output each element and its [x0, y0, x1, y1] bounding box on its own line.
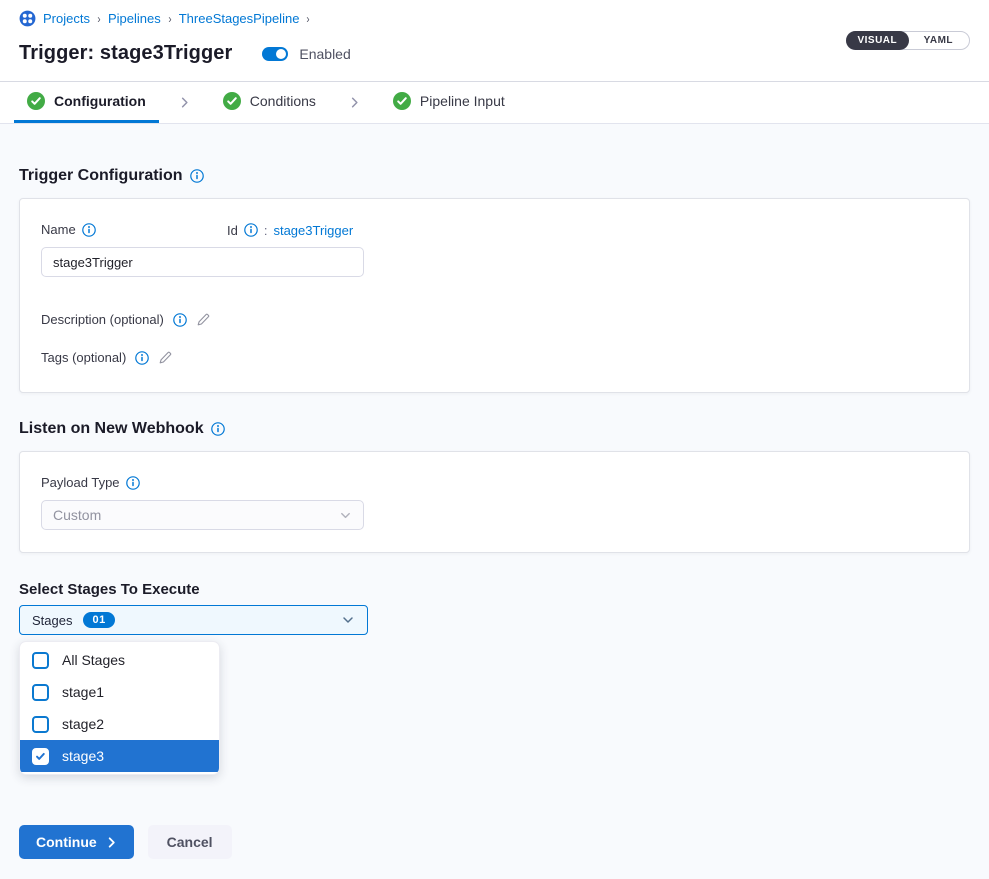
stage-option-stage1[interactable]: stage1 [20, 676, 219, 708]
breadcrumb: Projects › Pipelines › ThreeStagesPipeli… [19, 10, 970, 27]
tab-pipeline-input[interactable]: Pipeline Input [380, 82, 518, 123]
enabled-label: Enabled [299, 46, 350, 62]
breadcrumb-separator-icon: › [97, 12, 100, 26]
continue-label: Continue [36, 834, 97, 850]
wizard-footer: Continue Cancel [19, 825, 970, 859]
edit-pencil-icon[interactable] [196, 312, 211, 327]
id-value: stage3Trigger [273, 223, 353, 238]
stage-option-stage2[interactable]: stage2 [20, 708, 219, 740]
page-header: Projects › Pipelines › ThreeStagesPipeli… [0, 0, 989, 82]
tags-field: Tags (optional) [41, 350, 948, 365]
trigger-name-input[interactable] [41, 247, 364, 277]
info-icon[interactable] [190, 169, 204, 183]
option-label: stage3 [62, 748, 104, 764]
option-label: stage1 [62, 684, 104, 700]
info-icon[interactable] [211, 422, 225, 436]
payload-type-select[interactable]: Custom [41, 500, 364, 530]
trigger-configuration-card: Name Id : stage3Trigger Description (opt… [19, 198, 970, 393]
stage-option-stage3[interactable]: stage3 [20, 740, 219, 772]
payload-type-label: Payload Type [41, 475, 140, 490]
select-stages-heading: Select Stages To Execute [19, 581, 970, 598]
harness-logo-icon [19, 10, 36, 27]
id-colon: : [264, 223, 268, 238]
chevron-down-icon [341, 613, 355, 627]
enabled-toggle[interactable] [262, 47, 288, 61]
visual-toggle-button[interactable]: VISUAL [846, 31, 909, 50]
chevron-right-icon [106, 837, 117, 848]
breadcrumb-link-pipelines[interactable]: Pipelines [108, 11, 161, 26]
id-label: Id [227, 223, 238, 238]
page-title: Trigger: stage3Trigger [19, 42, 232, 65]
checkbox-unchecked[interactable] [32, 716, 49, 733]
description-label: Description (optional) [41, 312, 164, 327]
continue-button[interactable]: Continue [19, 825, 134, 859]
tab-conditions[interactable]: Conditions [210, 82, 329, 123]
edit-pencil-icon[interactable] [158, 350, 173, 365]
description-field: Description (optional) [41, 312, 948, 327]
info-icon[interactable] [82, 223, 96, 237]
check-circle-icon [223, 92, 241, 110]
info-icon[interactable] [126, 476, 140, 490]
heading-text: Select Stages To Execute [19, 581, 200, 598]
breadcrumb-separator-icon: › [307, 12, 310, 26]
cancel-button[interactable]: Cancel [148, 825, 232, 859]
tab-label: Conditions [250, 93, 316, 109]
wizard-tab-bar: Configuration Conditions Pipeline Input [0, 82, 989, 124]
tab-label: Pipeline Input [420, 93, 505, 109]
check-circle-icon [393, 92, 411, 110]
tab-configuration[interactable]: Configuration [14, 82, 159, 123]
info-icon[interactable] [135, 351, 149, 365]
stages-dropdown-label: Stages [32, 613, 72, 628]
chevron-right-icon [159, 82, 210, 123]
webhook-heading: Listen on New Webhook [19, 420, 970, 438]
checkbox-unchecked[interactable] [32, 684, 49, 701]
checkbox-checked[interactable] [32, 748, 49, 765]
heading-text: Listen on New Webhook [19, 420, 204, 438]
visual-yaml-toggle: VISUAL YAML [846, 31, 970, 50]
webhook-card: Payload Type Custom [19, 451, 970, 553]
trigger-configuration-heading: Trigger Configuration [19, 124, 970, 185]
heading-text: Trigger Configuration [19, 167, 183, 185]
payload-type-value: Custom [53, 507, 101, 523]
checkbox-unchecked[interactable] [32, 652, 49, 669]
option-label: All Stages [62, 652, 125, 668]
label-text: Payload Type [41, 475, 120, 490]
stages-count-badge: 01 [83, 612, 114, 628]
name-field-label: Name [41, 222, 96, 237]
option-label: stage2 [62, 716, 104, 732]
id-display: Id : stage3Trigger [227, 223, 353, 238]
tab-label: Configuration [54, 93, 146, 109]
breadcrumb-link-pipeline-name[interactable]: ThreeStagesPipeline [179, 11, 300, 26]
stage-option-all-stages[interactable]: All Stages [20, 644, 219, 676]
chevron-down-icon [339, 509, 352, 522]
info-icon[interactable] [244, 223, 258, 237]
info-icon[interactable] [173, 313, 187, 327]
breadcrumb-separator-icon: › [168, 12, 171, 26]
check-circle-icon [27, 92, 45, 110]
tags-label: Tags (optional) [41, 350, 126, 365]
stages-dropdown-panel: All Stages stage1 stage2 stage3 [19, 641, 220, 775]
main-content: Trigger Configuration Name Id : st [0, 124, 989, 879]
stages-multiselect-dropdown[interactable]: Stages 01 [19, 605, 368, 635]
yaml-toggle-button[interactable]: YAML [908, 31, 969, 50]
label-text: Name [41, 222, 76, 237]
toggle-knob [276, 49, 286, 59]
chevron-right-icon [329, 82, 380, 123]
breadcrumb-link-projects[interactable]: Projects [43, 11, 90, 26]
